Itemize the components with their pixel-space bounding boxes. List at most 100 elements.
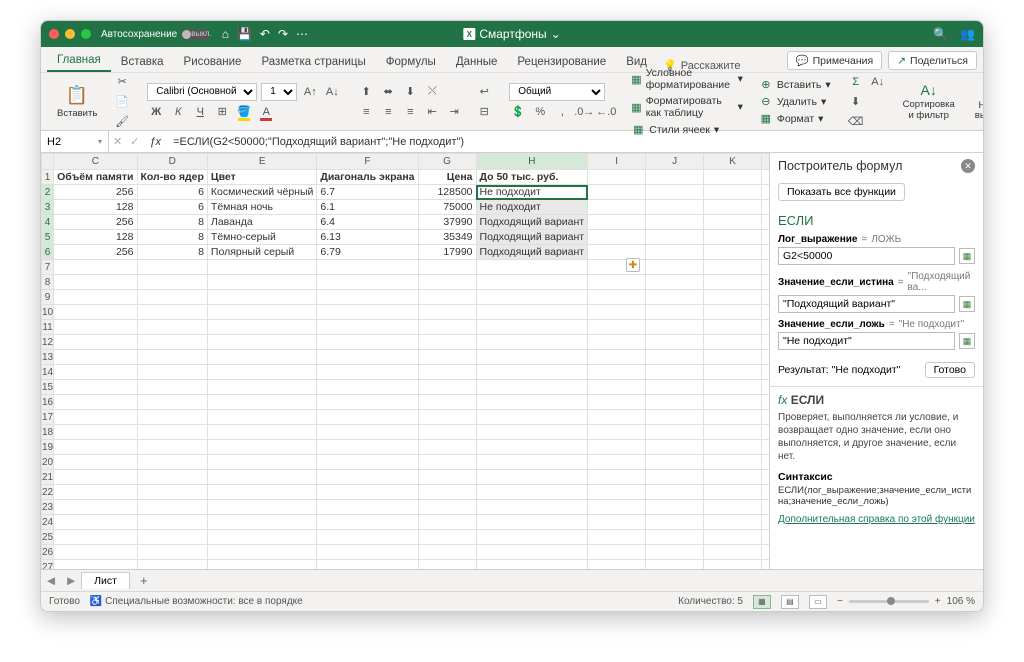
cell[interactable] [704, 200, 762, 215]
underline-button[interactable]: Ч [191, 103, 209, 121]
cell[interactable] [418, 320, 476, 335]
column-header[interactable]: I [588, 154, 646, 170]
cell[interactable] [54, 425, 137, 440]
sort-filter-button[interactable]: A↓ Сортировка и фильтр [899, 80, 959, 123]
tab-draw[interactable]: Рисование [174, 52, 252, 72]
cell[interactable] [317, 485, 418, 500]
cell[interactable] [54, 335, 137, 350]
row-header[interactable]: 2 [42, 185, 54, 200]
cell[interactable] [54, 410, 137, 425]
cell[interactable] [54, 365, 137, 380]
cell[interactable] [418, 470, 476, 485]
cell[interactable] [704, 530, 762, 545]
cell[interactable] [418, 350, 476, 365]
cell[interactable] [207, 440, 316, 455]
cell[interactable] [588, 170, 646, 185]
cell[interactable] [762, 170, 769, 185]
cell[interactable]: 35349 [418, 230, 476, 245]
cut-icon[interactable]: ✂ [113, 73, 131, 91]
cell[interactable]: Подходящий вариант [476, 215, 588, 230]
cell[interactable] [704, 365, 762, 380]
cell[interactable] [646, 230, 704, 245]
row-header[interactable]: 17 [42, 410, 54, 425]
cell[interactable] [762, 305, 769, 320]
add-sheet-button[interactable]: + [132, 573, 156, 588]
cell[interactable] [207, 320, 316, 335]
cell[interactable] [704, 410, 762, 425]
cell[interactable] [207, 560, 316, 570]
cell[interactable] [317, 260, 418, 275]
cell-styles[interactable]: ▦Стили ячеек▾ [631, 122, 743, 137]
cell[interactable] [137, 530, 207, 545]
cell[interactable] [137, 395, 207, 410]
cell[interactable] [646, 185, 704, 200]
merge-cells-icon[interactable]: ⊟ [475, 103, 493, 121]
cell[interactable] [207, 410, 316, 425]
cell[interactable] [704, 545, 762, 560]
cell[interactable] [207, 395, 316, 410]
cell[interactable] [646, 350, 704, 365]
cell[interactable] [476, 560, 588, 570]
cell[interactable] [418, 560, 476, 570]
cell[interactable] [762, 200, 769, 215]
clear-icon[interactable]: ⌫ [847, 113, 865, 131]
cell[interactable] [704, 455, 762, 470]
cell[interactable] [646, 305, 704, 320]
cell[interactable] [762, 440, 769, 455]
fx-icon[interactable]: ƒx [143, 136, 167, 148]
cell[interactable] [704, 350, 762, 365]
cell[interactable] [317, 305, 418, 320]
arg3-input[interactable] [778, 332, 955, 350]
format-as-table[interactable]: ▦Форматировать как таблицу▾ [631, 94, 743, 120]
cell[interactable] [476, 290, 588, 305]
next-sheet-icon[interactable]: ▶ [61, 575, 81, 587]
cell[interactable] [646, 245, 704, 260]
cell[interactable] [588, 455, 646, 470]
cell[interactable] [317, 275, 418, 290]
cell[interactable] [588, 515, 646, 530]
row-header[interactable]: 21 [42, 470, 54, 485]
row-header[interactable]: 1 [42, 170, 54, 185]
more-icon[interactable]: ⋯ [296, 27, 308, 41]
cell[interactable] [588, 395, 646, 410]
cell[interactable] [646, 200, 704, 215]
cell[interactable] [476, 440, 588, 455]
row-header[interactable]: 27 [42, 560, 54, 570]
cell[interactable] [704, 470, 762, 485]
cell[interactable] [588, 350, 646, 365]
cell[interactable] [704, 260, 762, 275]
delete-cells[interactable]: ⊖Удалить▾ [759, 94, 831, 109]
cell[interactable] [762, 425, 769, 440]
cell[interactable] [317, 290, 418, 305]
cell[interactable]: 256 [54, 215, 137, 230]
italic-button[interactable]: К [169, 103, 187, 121]
cell[interactable] [704, 245, 762, 260]
range-picker-icon[interactable]: ▦ [959, 333, 975, 349]
cell[interactable]: 6.79 [317, 245, 418, 260]
copy-icon[interactable]: 📄 [113, 93, 131, 111]
row-header[interactable]: 7 [42, 260, 54, 275]
cell[interactable]: 8 [137, 245, 207, 260]
cell[interactable] [54, 305, 137, 320]
cell[interactable] [588, 485, 646, 500]
cell[interactable] [704, 395, 762, 410]
cell[interactable] [588, 440, 646, 455]
cell[interactable] [317, 440, 418, 455]
cell[interactable] [137, 350, 207, 365]
cell[interactable] [762, 290, 769, 305]
cell[interactable] [137, 545, 207, 560]
cell[interactable] [137, 365, 207, 380]
cell[interactable] [418, 335, 476, 350]
cell[interactable] [317, 380, 418, 395]
cell[interactable] [54, 485, 137, 500]
cell[interactable] [317, 395, 418, 410]
align-left-icon[interactable]: ≡ [357, 103, 375, 121]
zoom-control[interactable]: − + 106 % [837, 596, 975, 607]
cell[interactable] [646, 320, 704, 335]
cell[interactable] [317, 410, 418, 425]
row-header[interactable]: 9 [42, 290, 54, 305]
cell[interactable] [646, 455, 704, 470]
cell[interactable] [207, 275, 316, 290]
cell[interactable] [704, 335, 762, 350]
tab-data[interactable]: Данные [446, 52, 508, 72]
